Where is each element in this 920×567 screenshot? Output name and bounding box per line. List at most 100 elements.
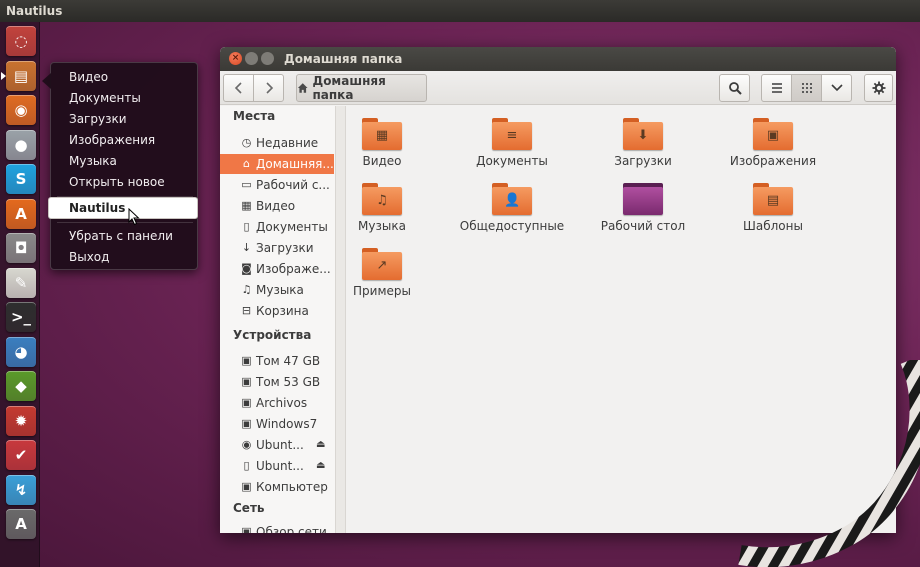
window-titlebar[interactable]: × Домашняя папка — [220, 47, 896, 71]
update-icon: ↯ — [14, 480, 28, 499]
sidebar-item-icon: ⊟ — [241, 304, 252, 317]
back-button[interactable] — [223, 74, 254, 102]
launcher-item[interactable]: >_ — [6, 302, 36, 332]
quicklist-item[interactable]: Музыка — [69, 151, 117, 171]
sidebar-item-icon: ▯ — [243, 220, 250, 233]
launcher-item[interactable]: ◌ — [6, 26, 36, 56]
file-label: Общедоступные — [459, 219, 565, 233]
folder-emblem-icon: ↗ — [376, 258, 388, 273]
sidebar-item-icon: ▣ — [241, 417, 252, 430]
sidebar-item[interactable]: ▣ Компьютер — [220, 477, 334, 497]
file-item[interactable]: Рабочий стол — [588, 183, 698, 233]
sidebar-item[interactable]: ▣ Том 47 GB — [220, 351, 334, 371]
sidebar-item-icon: ↓ — [241, 241, 252, 254]
sidebar-item-label: Рабочий с... — [256, 178, 330, 192]
file-item[interactable]: ♫ Музыка — [327, 183, 437, 233]
launcher-item[interactable]: A — [6, 509, 36, 539]
launcher-item[interactable]: ✹ — [6, 405, 36, 436]
sidebar-item-label: Загрузки — [256, 241, 314, 255]
folder-icon: ⬇ — [623, 118, 663, 150]
sidebar-item-icon: ▣ — [241, 396, 252, 409]
sidebar-item[interactable]: ⊟ Корзина — [220, 301, 334, 321]
file-label: Музыка — [358, 219, 406, 233]
file-item[interactable]: ▣ Изображения — [718, 118, 828, 168]
file-item[interactable]: ⬇ Загрузки — [588, 118, 698, 168]
folder-icon: ▦ — [362, 118, 402, 150]
launcher-item[interactable]: ✎ — [6, 267, 36, 298]
sidebar-item[interactable]: ◷ Недавние — [220, 133, 334, 153]
launcher-item[interactable]: ◘ — [6, 233, 36, 263]
quicklist-item[interactable]: Документы — [69, 88, 141, 108]
sidebar-item[interactable]: ▯ Документы — [220, 217, 334, 237]
file-item[interactable]: ↗ Примеры — [327, 248, 437, 298]
eject-icon[interactable]: ⏏ — [316, 456, 325, 476]
tasks-icon: ✔ — [14, 446, 28, 464]
forward-button[interactable] — [253, 74, 284, 102]
quicklist-item[interactable]: Убрать с панели — [69, 226, 173, 246]
folder-emblem-icon: ▣ — [766, 128, 780, 143]
folder-emblem-icon: ▦ — [375, 128, 389, 143]
maximize-button[interactable] — [261, 52, 274, 65]
launcher-item[interactable]: ◆ — [6, 371, 36, 401]
eject-icon[interactable]: ⏏ — [316, 435, 325, 455]
sidebar-item-label: Ubunt... — [256, 438, 304, 452]
window-title: Домашняя папка — [284, 52, 403, 66]
sidebar-item-label: Ubunt... — [256, 459, 304, 473]
launcher-item[interactable]: ↯ — [6, 474, 36, 505]
firefox-icon: ◉ — [14, 101, 28, 119]
sidebar-item[interactable]: ▣ Windows7 — [220, 414, 334, 434]
sidebar-item[interactable]: ♫ Музыка — [220, 280, 334, 300]
launcher-item[interactable]: A — [6, 198, 36, 229]
terminal-icon: >_ — [10, 308, 32, 326]
file-item[interactable]: ▦ Видео — [327, 118, 437, 168]
camera-icon: ◘ — [14, 239, 28, 257]
sidebar-item[interactable]: ▯ Ubunt... ⏏ — [220, 456, 334, 476]
launcher-item[interactable]: S — [6, 164, 36, 194]
settings-button[interactable] — [864, 74, 893, 102]
browser-icon: ◕ — [14, 342, 28, 361]
quicklist-item[interactable]: Загрузки — [69, 109, 127, 129]
close-button[interactable]: × — [229, 52, 242, 65]
launcher-item[interactable]: ▤ — [1, 60, 36, 91]
toolbar: Домашняя папка — [220, 71, 896, 105]
file-item[interactable]: ≡ Документы — [457, 118, 567, 168]
sidebar-item[interactable]: ◉ Ubunt... ⏏ — [220, 435, 334, 455]
folder-emblem-icon: 👤 — [504, 193, 521, 208]
launcher-item[interactable]: ✔ — [6, 440, 36, 470]
quicklist-item[interactable]: Видео — [69, 67, 108, 87]
launcher-item[interactable]: ● — [6, 129, 36, 160]
file-label: Изображения — [729, 154, 817, 168]
quicklist-item[interactable]: Выход — [69, 247, 109, 267]
launcher-item[interactable]: ◉ — [6, 95, 36, 125]
sidebar-item[interactable]: ↓ Загрузки — [220, 238, 334, 258]
list-view-button[interactable] — [761, 74, 792, 102]
ubuntu-dash-icon: ◌ — [14, 32, 28, 50]
sidebar-item[interactable]: ▣ Том 53 GB — [220, 372, 334, 392]
sidebar-item-label: Корзина — [256, 304, 309, 318]
search-button[interactable] — [719, 74, 750, 102]
folder-icon — [623, 183, 663, 215]
file-item[interactable]: 👤 Общедоступные — [457, 183, 567, 233]
grid-view-button[interactable] — [791, 74, 822, 102]
path-home-button[interactable]: Домашняя папка — [296, 74, 427, 102]
sidebar-item[interactable]: ▣ Обзор сети — [220, 522, 334, 533]
folder-emblem-icon: ≡ — [506, 128, 518, 143]
pane-resize-handle[interactable] — [336, 106, 346, 533]
launcher-item[interactable]: ◕ — [6, 336, 36, 367]
sidebar-item[interactable]: ▭ Рабочий с... — [220, 175, 334, 195]
minimize-button[interactable] — [245, 52, 258, 65]
quicklist-item[interactable]: Открыть новое окно — [69, 172, 197, 209]
file-item[interactable]: ▤ Шаблоны — [718, 183, 828, 233]
launcher-quicklist: Видео Документы Загрузки Изображения Музыка О… — [42, 62, 198, 270]
quicklist-separator — [57, 196, 193, 197]
sidebar-item-icon: ♫ — [241, 283, 252, 296]
file-label: Примеры — [353, 284, 411, 298]
sidebar-item[interactable]: ⌂ Домашняя... — [220, 154, 334, 174]
quicklist-item-nautilus[interactable]: Nautilus — [49, 198, 197, 218]
sidebar-item-icon: ◉ — [241, 438, 252, 451]
quicklist-item[interactable]: Изображения — [69, 130, 155, 150]
sidebar-item[interactable]: ◙ Изображе... — [220, 259, 334, 279]
view-options-button[interactable] — [821, 74, 852, 102]
sidebar-item[interactable]: ▦ Видео — [220, 196, 334, 216]
sidebar-item[interactable]: ▣ Archivos — [220, 393, 334, 413]
